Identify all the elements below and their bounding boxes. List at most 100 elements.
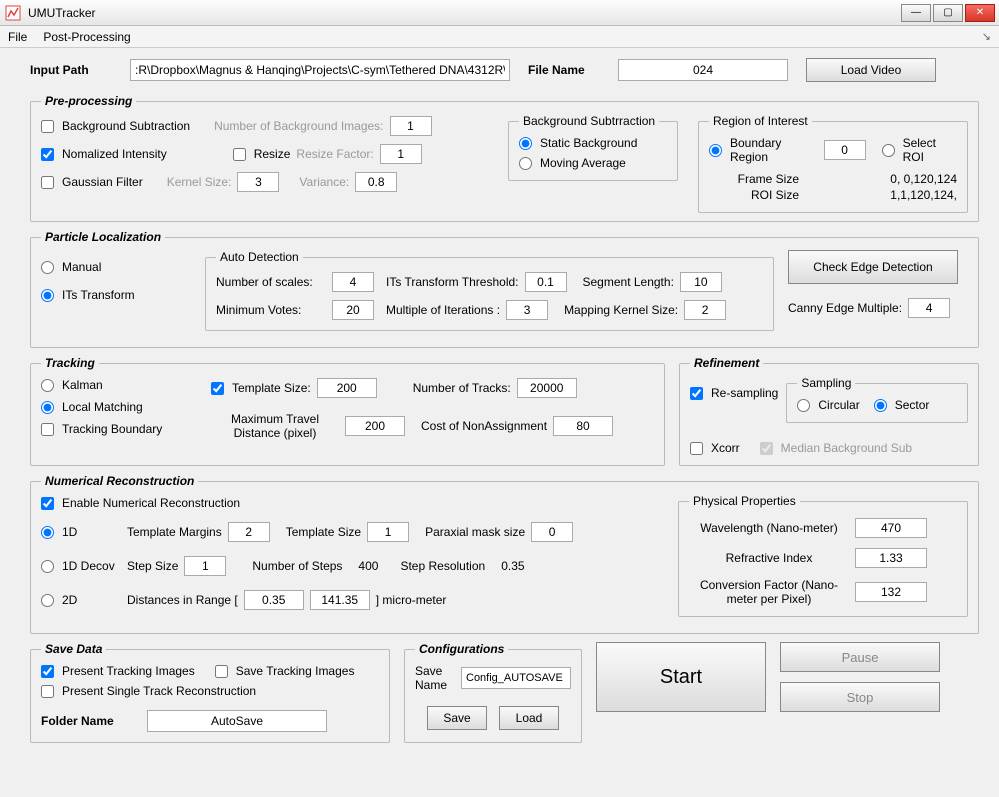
- maximize-button[interactable]: ▢: [933, 4, 963, 22]
- save-tracking-check[interactable]: Save Tracking Images: [215, 664, 355, 678]
- manual-radio[interactable]: Manual: [41, 260, 101, 274]
- sector-radio[interactable]: Sector: [874, 398, 930, 412]
- local-matching-radio[interactable]: Local Matching: [41, 400, 143, 414]
- refractive-index-field[interactable]: [855, 548, 927, 568]
- preprocessing-group: Pre-processing Background Subtraction Nu…: [30, 94, 979, 222]
- 1d-decov-radio[interactable]: 1D Decov: [41, 559, 121, 573]
- num-steps-value: 400: [358, 559, 378, 573]
- its-threshold-field[interactable]: [525, 272, 567, 292]
- toolbar-corner-icon[interactable]: ↘: [982, 30, 991, 43]
- enable-numreco-check[interactable]: Enable Numerical Reconstruction: [41, 496, 240, 510]
- load-video-button[interactable]: Load Video: [806, 58, 936, 82]
- max-travel-label: Maximum Travel Distance (pixel): [211, 412, 339, 440]
- xcorr-check[interactable]: Xcorr: [690, 441, 740, 455]
- window-title: UMUTracker: [28, 6, 901, 20]
- boundary-region-field[interactable]: [824, 140, 866, 160]
- preprocessing-legend: Pre-processing: [41, 94, 136, 108]
- paraxial-field[interactable]: [531, 522, 573, 542]
- variance-field[interactable]: [355, 172, 397, 192]
- config-load-button[interactable]: Load: [499, 706, 559, 730]
- segment-length-label: Segment Length:: [583, 275, 674, 289]
- menu-post-processing[interactable]: Post-Processing: [43, 30, 130, 44]
- max-travel-field[interactable]: [345, 416, 405, 436]
- dist-hi-field[interactable]: [310, 590, 370, 610]
- select-roi-radio[interactable]: Select ROI: [882, 136, 957, 164]
- present-tracking-check[interactable]: Present Tracking Images: [41, 664, 195, 678]
- configurations-legend: Configurations: [415, 642, 508, 656]
- minimize-button[interactable]: —: [901, 4, 931, 22]
- folder-name-label: Folder Name: [41, 714, 141, 728]
- kalman-radio[interactable]: Kalman: [41, 378, 103, 392]
- roi-size-label: ROI Size: [709, 188, 799, 202]
- config-save-button[interactable]: Save: [427, 706, 487, 730]
- template-size-field[interactable]: [317, 378, 377, 398]
- template-size-check[interactable]: Template Size:: [211, 381, 311, 395]
- static-bg-radio[interactable]: Static Background: [519, 136, 637, 150]
- tracking-boundary-check[interactable]: Tracking Boundary: [41, 422, 162, 436]
- 1d-radio[interactable]: 1D: [41, 525, 121, 539]
- dist-unit-label: ] micro-meter: [376, 593, 447, 607]
- frame-size-label: Frame Size: [709, 172, 799, 186]
- wavelength-label: Wavelength (Nano-meter): [689, 521, 849, 535]
- sampling-group: Sampling Circular Sector: [786, 376, 968, 423]
- 2d-radio[interactable]: 2D: [41, 593, 121, 607]
- num-scales-field[interactable]: [332, 272, 374, 292]
- gaussian-filter-check[interactable]: Gaussian Filter: [41, 175, 143, 189]
- roi-group: Region of Interest Boundary Region Selec…: [698, 114, 968, 213]
- moving-avg-radio[interactable]: Moving Average: [519, 156, 626, 170]
- dist-lo-field[interactable]: [244, 590, 304, 610]
- resize-check[interactable]: Resize: [233, 147, 291, 161]
- num-bg-label: Number of Background Images:: [214, 119, 383, 133]
- template-margins-label: Template Margins: [127, 525, 222, 539]
- input-path-label: Input Path: [30, 63, 120, 77]
- close-button[interactable]: ✕: [965, 4, 995, 22]
- wavelength-field[interactable]: [855, 518, 927, 538]
- numerical-reconstruction-legend: Numerical Reconstruction: [41, 474, 198, 488]
- present-single-check[interactable]: Present Single Track Reconstruction: [41, 684, 256, 698]
- template-margins-field[interactable]: [228, 522, 270, 542]
- mult-iter-label: Multiple of Iterations :: [386, 303, 500, 317]
- pause-button[interactable]: Pause: [780, 642, 940, 672]
- circular-radio[interactable]: Circular: [797, 398, 859, 412]
- boundary-region-radio[interactable]: Boundary Region: [709, 136, 818, 164]
- stop-button[interactable]: Stop: [780, 682, 940, 712]
- conversion-factor-field[interactable]: [855, 582, 927, 602]
- num-steps-label: Number of Steps: [252, 559, 342, 573]
- bg-subtraction-group: Background Subtrraction Static Backgroun…: [508, 114, 678, 181]
- save-name-field[interactable]: [461, 667, 571, 689]
- mult-iter-field[interactable]: [506, 300, 548, 320]
- canny-field[interactable]: [908, 298, 950, 318]
- resampling-check[interactable]: Re-sampling: [690, 386, 778, 400]
- menu-file[interactable]: File: [8, 30, 27, 44]
- start-button[interactable]: Start: [596, 642, 766, 712]
- step-resolution-value: 0.35: [501, 559, 524, 573]
- min-votes-field[interactable]: [332, 300, 374, 320]
- file-name-label: File Name: [528, 63, 608, 77]
- conversion-factor-label: Conversion Factor (Nano-meter per Pixel): [689, 578, 849, 606]
- step-size-field[interactable]: [184, 556, 226, 576]
- cost-label: Cost of NonAssignment: [421, 419, 547, 433]
- file-name-field[interactable]: [618, 59, 788, 81]
- resize-factor-field[interactable]: [380, 144, 422, 164]
- its-transform-radio[interactable]: ITs Transform: [41, 288, 135, 302]
- sampling-legend: Sampling: [797, 376, 855, 390]
- variance-label: Variance:: [299, 175, 349, 189]
- tracking-legend: Tracking: [41, 356, 99, 370]
- refinement-group: Refinement Re-sampling Sampling Circular…: [679, 356, 979, 466]
- check-edge-button[interactable]: Check Edge Detection: [788, 250, 958, 284]
- refinement-legend: Refinement: [690, 356, 763, 370]
- nr-template-size-field[interactable]: [367, 522, 409, 542]
- mapping-kernel-field[interactable]: [684, 300, 726, 320]
- normalized-intensity-check[interactable]: Nomalized Intensity: [41, 147, 167, 161]
- cost-field[interactable]: [553, 416, 613, 436]
- min-votes-label: Minimum Votes:: [216, 303, 326, 317]
- step-resolution-label: Step Resolution: [400, 559, 485, 573]
- kernel-size-field[interactable]: [237, 172, 279, 192]
- bg-subtraction-check[interactable]: Background Subtraction: [41, 119, 190, 133]
- num-tracks-field[interactable]: [517, 378, 577, 398]
- segment-length-field[interactable]: [680, 272, 722, 292]
- median-bg-check[interactable]: Median Background Sub: [760, 441, 912, 455]
- folder-name-field[interactable]: [147, 710, 327, 732]
- num-bg-field[interactable]: [390, 116, 432, 136]
- input-path-field[interactable]: [130, 59, 510, 81]
